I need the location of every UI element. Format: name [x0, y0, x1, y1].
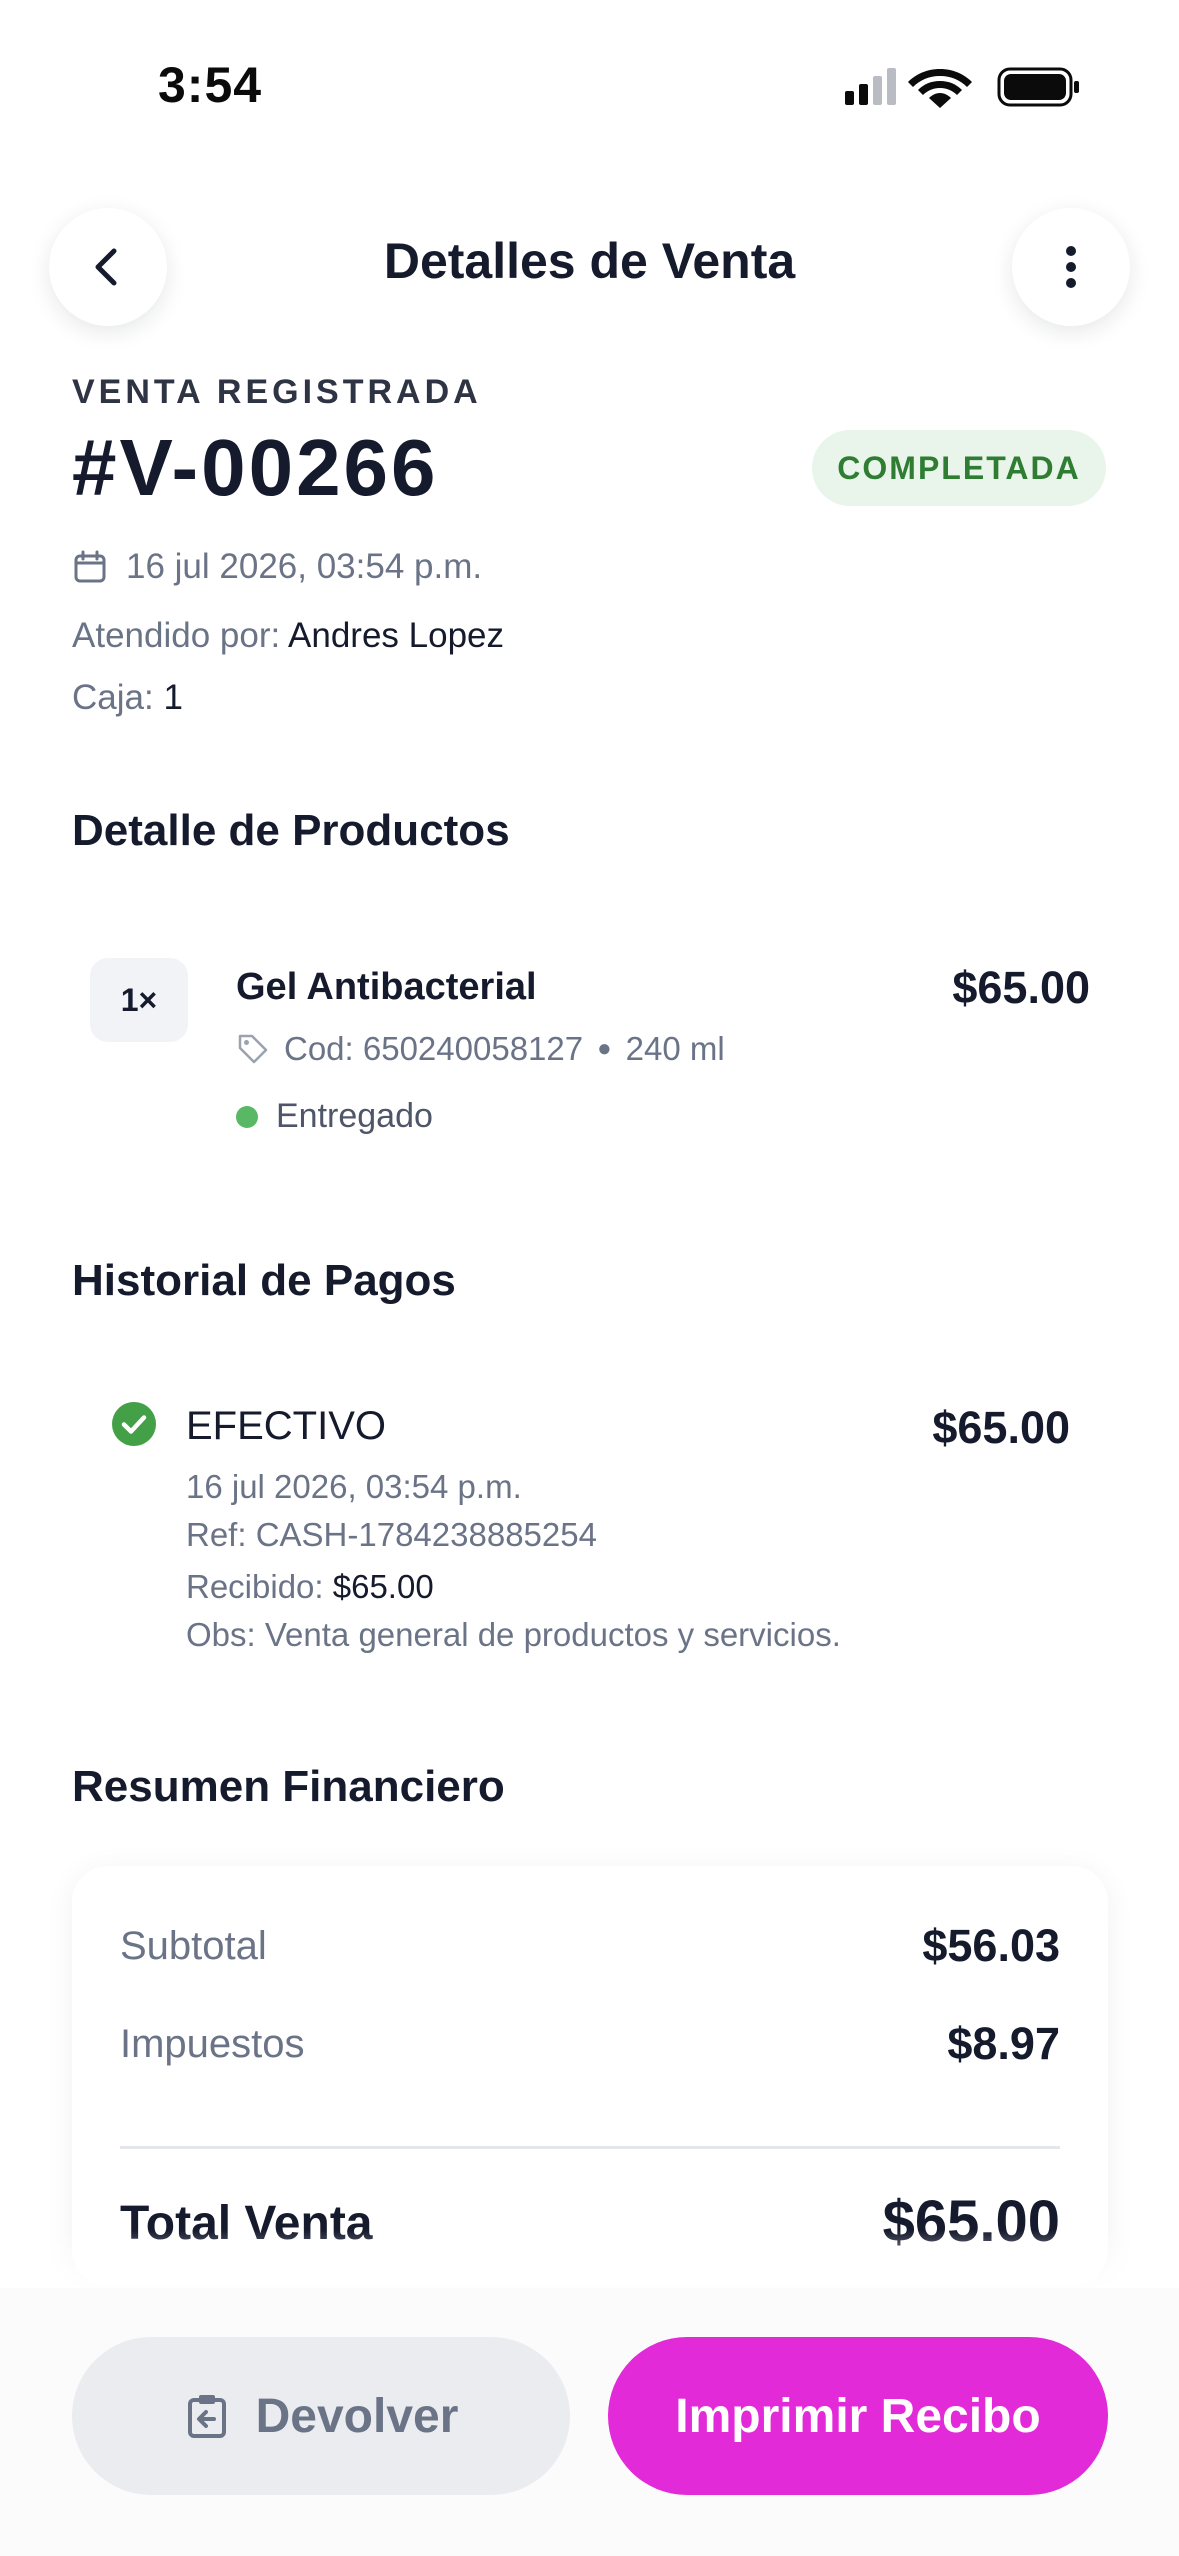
- wifi-icon: [908, 69, 972, 108]
- sale-datetime: 16 jul 2026, 03:54 p.m.: [126, 547, 483, 586]
- summary-section-title: Resumen Financiero: [72, 1762, 505, 1811]
- product-name: Gel Antibacterial: [236, 966, 537, 1008]
- attended-label: Atendido por:: [72, 616, 281, 655]
- received-label: Recibido:: [186, 1568, 324, 1605]
- product-price: $65.00: [952, 962, 1090, 1013]
- product-size: 240 ml: [625, 1030, 725, 1067]
- product-code: Cod: 650240058127: [284, 1030, 584, 1067]
- status-dot: [236, 1105, 258, 1128]
- tax-label: Impuestos: [120, 2022, 305, 2066]
- return-icon: [187, 2395, 226, 2438]
- tag-icon: [238, 1034, 268, 1064]
- cash-box-row: Caja: 1: [72, 678, 183, 718]
- status-time: 3:54: [158, 57, 263, 113]
- product-meta: Cod: 650240058127 ● 240 ml: [236, 1030, 725, 1068]
- return-button-label: Devolver: [255, 2389, 459, 2443]
- sale-id: #V-00266: [72, 423, 439, 512]
- received-amount: $65.00: [332, 1568, 434, 1605]
- payment-amount: $65.00: [932, 1402, 1070, 1453]
- sale-date-row: 16 jul 2026, 03:54 p.m.: [72, 547, 482, 587]
- print-receipt-button[interactable]: Imprimir Recibo: [608, 2337, 1108, 2495]
- subtotal-label: Subtotal: [120, 1924, 267, 1968]
- bottom-fade: [0, 2230, 1179, 2290]
- status-icons: [845, 67, 1079, 108]
- signal-icon: [845, 68, 896, 105]
- payment-datetime: 16 jul 2026, 03:54 p.m.: [186, 1468, 522, 1505]
- page-title: Detalles de Venta: [383, 233, 796, 289]
- status-badge: COMPLETADA: [812, 430, 1106, 506]
- summary-divider: [120, 2146, 1060, 2149]
- box-label: Caja:: [72, 678, 154, 717]
- attended-by: Andres Lopez: [288, 616, 504, 655]
- product-status-label: Entregado: [276, 1097, 433, 1135]
- product-qty: 1×: [90, 958, 188, 1042]
- payment-received-row: Recibido: $65.00: [186, 1568, 434, 1606]
- payment-observation: Obs: Venta general de productos y servic…: [186, 1616, 841, 1653]
- product-status: Entregado: [236, 1097, 433, 1136]
- sale-overline: VENTA REGISTRADA: [72, 373, 482, 411]
- attended-by-row: Atendido por: Andres Lopez: [72, 616, 504, 656]
- subtotal-value: $56.03: [922, 1920, 1060, 1971]
- tax-value: $8.97: [947, 2018, 1060, 2069]
- calendar-icon: [74, 550, 106, 583]
- payments-section-title: Historial de Pagos: [72, 1256, 456, 1305]
- products-section-title: Detalle de Productos: [72, 806, 510, 855]
- box-number: 1: [163, 678, 183, 717]
- payment-ref: Ref: CASH-1784238885254: [186, 1516, 597, 1553]
- more-options-button[interactable]: [1012, 208, 1130, 326]
- more-vertical-icon: [1066, 246, 1076, 288]
- meta-separator-dot: ●: [597, 1035, 612, 1062]
- check-circle-icon: [112, 1402, 156, 1446]
- battery-icon: [997, 67, 1079, 107]
- return-button[interactable]: Devolver: [72, 2337, 570, 2495]
- payment-method: EFECTIVO: [186, 1404, 387, 1448]
